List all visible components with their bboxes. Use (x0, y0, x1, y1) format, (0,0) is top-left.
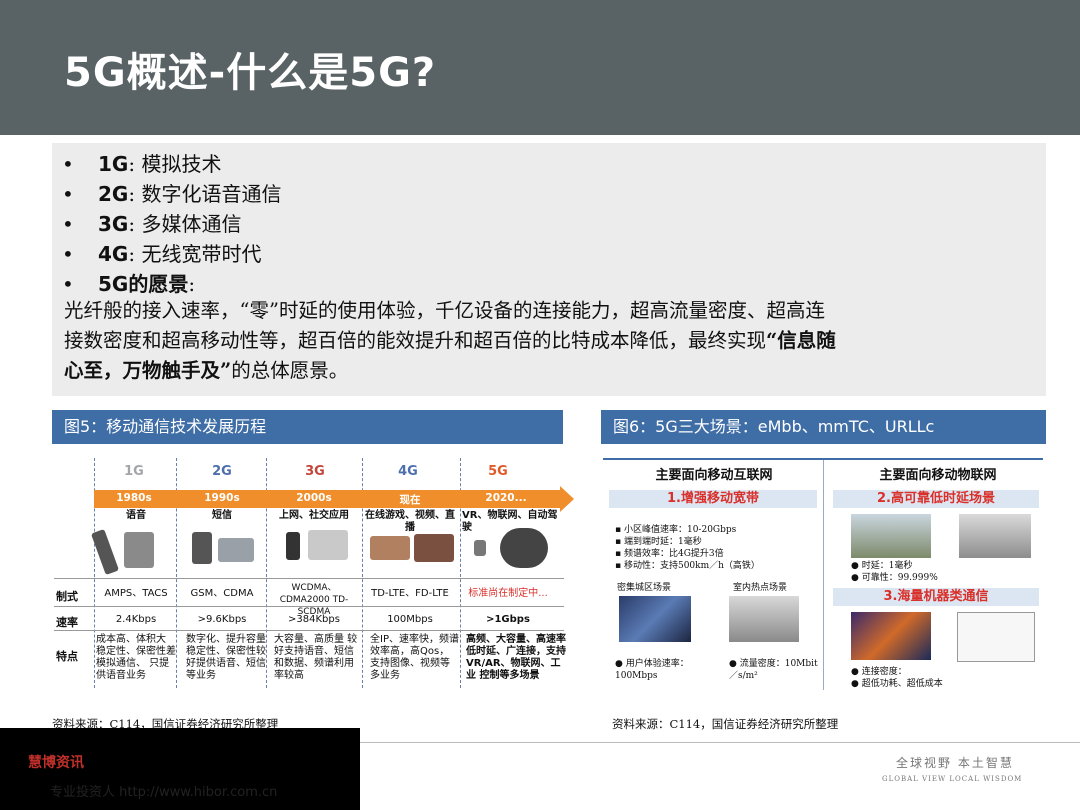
app-label: 上网、社交应用 (279, 510, 349, 521)
embb-density: ● 流量密度：10Mbit／s/m² (729, 659, 818, 681)
brand-logo: 慧博资讯 (28, 755, 84, 771)
list-item: • 2G: 数字化语音通信 (62, 182, 282, 206)
era-label: 1980s (116, 492, 152, 504)
table-cell: 100Mbps (387, 614, 433, 625)
era-label: 现在 (399, 494, 421, 506)
app-label: 短信 (212, 510, 232, 521)
footer-rule (360, 742, 1080, 743)
gen-4g: 4G (398, 464, 418, 479)
night-city-image (851, 612, 931, 660)
timeline-arrowhead (560, 486, 574, 512)
row-label-speed: 速率 (56, 616, 78, 629)
generation-list: • 1G: 模拟技术 • 2G: 数字化语音通信 • 3G: 多媒体通信 • 4G: 无… (62, 149, 281, 299)
app-label: 在线游戏、视频、直播 (365, 510, 455, 533)
gen-3g: 3G (305, 464, 325, 479)
title-bar: 5G概述-什么是5G? (0, 0, 1080, 135)
table-cell: 大容量、高质量 较好支持语音、短信 和数据、频谱利用 率较高 (274, 634, 358, 681)
fig5-evolution-table: 1G 2G 3G 4G 5G 1980s 1990s 2000s 现在 2020… (52, 452, 580, 694)
factory-image (959, 514, 1031, 558)
list-item: • 4G: 无线宽带时代 (62, 242, 262, 266)
office-image (729, 596, 799, 642)
gen-1g: 1G (124, 464, 144, 479)
table-cell: TD-LTE、FD-LTE (371, 588, 449, 599)
social-app-image (308, 530, 348, 560)
right-title: 主要面向移动物联网 (879, 468, 997, 483)
fig6-source: 资料来源：C114，国信证券经济研究所整理 (612, 717, 839, 731)
watch-icon (474, 540, 486, 556)
list-item: • 1G: 模拟技术 (62, 152, 222, 176)
page-title: 5G概述-什么是5G? (64, 50, 437, 96)
mmtc-points: ● 连接密度： ● 超低功耗、超低成本 (851, 667, 943, 689)
table-cell: >1Gbps (486, 614, 530, 625)
row-divider (54, 606, 564, 607)
city-image (619, 596, 691, 642)
table-cell: WCDMA、CDMA2000 TD-SCDMA (279, 583, 349, 617)
embb-user-rate: ● 用户体验速率：100Mbps (615, 659, 689, 681)
list-item: • 3G: 多媒体通信 (62, 212, 242, 236)
list-item: • 5G的愿景: (62, 272, 196, 296)
portrait-image (124, 532, 154, 568)
iot-network-diagram (957, 612, 1035, 662)
table-cell: 成本高、体积大 稳定性、保密性差 模拟通信、 只提供语音业务 (96, 634, 176, 681)
table-cell: AMPS、TACS (104, 588, 168, 599)
footer-url[interactable]: 专业投资人 http://www.hibor.com.cn (50, 781, 277, 800)
row-label-features: 特点 (56, 650, 78, 663)
era-label: 1990s (204, 492, 240, 504)
urllc-points: ● 时延：1毫秒 ● 可靠性：99.999% (851, 561, 938, 583)
table-cell: GSM、CDMA (190, 588, 254, 599)
live-image (414, 534, 454, 562)
vision-paragraph: 光纤般的接入速率，“零”时延的使用体验，千亿设备的连接能力，超高流量密度、超高连… (64, 299, 836, 382)
sms-image (218, 538, 254, 562)
row-label-standard: 制式 (56, 590, 78, 603)
gen-2g: 2G (212, 464, 232, 479)
divider (823, 460, 824, 690)
fig5-header: 图5：移动通信技术发展历程 (52, 410, 563, 444)
smartphone-icon (286, 532, 300, 560)
fig6-header: 图6：5G三大场景：eMbb、mmTC、URLLc (601, 410, 1046, 444)
summary-box: • 1G: 模拟技术 • 2G: 数字化语音通信 • 3G: 多媒体通信 • 4G: 无… (52, 143, 1046, 396)
table-cell: 标准尚在制定中... (468, 588, 548, 599)
slogan: 全球视野 本土智慧 (896, 756, 1014, 770)
embb-caption: 密集城区场景 (617, 583, 672, 593)
slogan-en: GLOBAL VIEW LOCAL WISDOM (882, 775, 1023, 783)
traffic-image (851, 514, 931, 558)
table-cell: >384Kbps (288, 614, 340, 625)
app-label: 语音 (126, 510, 146, 521)
scenario-mmtc: 3.海量机器类通信 (833, 588, 1039, 606)
table-cell: >9.6Kbps (197, 614, 247, 625)
era-label: 2000s (296, 492, 332, 504)
gen-5g: 5G (488, 464, 508, 479)
embb-points: ▪ 小区峰值速率：10-20Gbps ▪ 端到端时延：1毫秒 ▪ 频谱效率：比4… (615, 525, 760, 571)
table-cell: 高频、大容量、高速率 低时延、广连接，支持 VR/AR、物联网、工业 控制等多场… (466, 634, 566, 681)
table-cell: 数字化、提升容量 稳定性、保密性较 好提供语音、短信 等业务 (186, 634, 266, 681)
era-label: 2020... (485, 492, 527, 504)
vr-headset-icon (500, 528, 548, 568)
scenario-embb: 1.增强移动宽带 (609, 490, 817, 508)
phone-icon (90, 528, 120, 576)
phone-icon (192, 532, 212, 564)
fig6-scenarios: 主要面向移动互联网 主要面向移动物联网 1.增强移动宽带 ▪ 小区峰值速率：10… (601, 452, 1046, 694)
video-image (370, 536, 410, 560)
left-title: 主要面向移动互联网 (655, 468, 773, 483)
scenario-urllc: 2.高可靠低时延场景 (833, 490, 1039, 508)
embb-caption: 室内热点场景 (733, 583, 788, 593)
table-cell: 全IP、速率快，频谱 效率高，高Qos， 支持图像、视频等 多业务 (370, 634, 459, 681)
row-divider (54, 578, 564, 579)
row-divider (54, 630, 564, 631)
table-cell: 2.4Kbps (115, 614, 157, 625)
